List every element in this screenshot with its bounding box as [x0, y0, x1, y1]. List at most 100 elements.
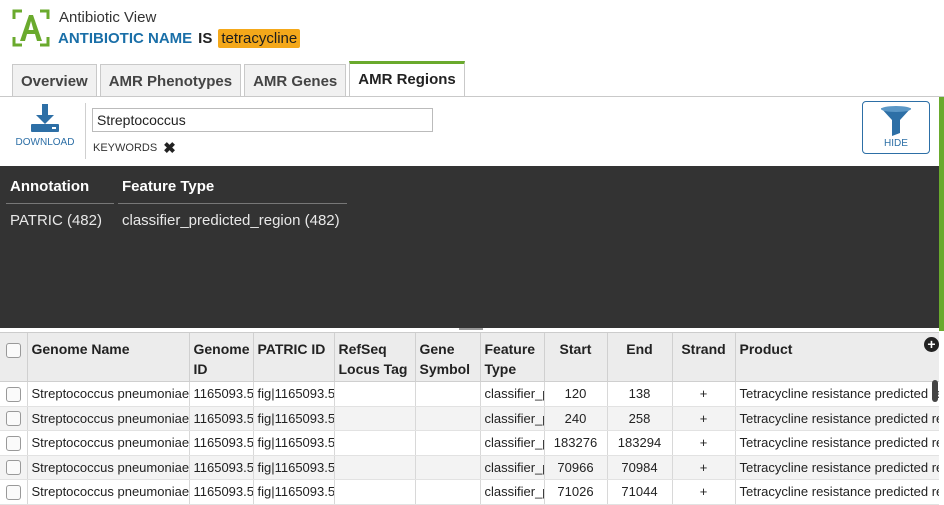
panel-accent-bar — [939, 97, 944, 331]
cell-end: 183294 — [607, 430, 673, 456]
cell-genome-id: 1165093.5 — [189, 381, 254, 407]
cell-gene-symbol — [415, 381, 481, 407]
cell-start: 120 — [544, 381, 608, 407]
row-select-cell — [0, 381, 28, 407]
keywords-row: KEYWORDS ✖ — [93, 139, 176, 157]
app-name: Antibiotic View — [59, 9, 157, 26]
cell-refseq-locus-tag — [334, 430, 416, 456]
cell-strand: + — [672, 455, 736, 480]
cell-product: Tetracycline resistance predicted re — [735, 381, 939, 407]
select-all-checkbox[interactable] — [5, 342, 21, 358]
query-key: ANTIBIOTIC NAME — [58, 30, 193, 47]
cell-gene-symbol — [415, 455, 481, 480]
tab-divider — [0, 96, 944, 97]
col-feature-type[interactable]: Feature Type — [480, 333, 545, 382]
select-all-header — [0, 333, 28, 382]
cell-strand: + — [672, 381, 736, 407]
col-gene-symbol[interactable]: Gene Symbol — [415, 333, 481, 382]
cell-patric-id: fig|1165093.5. — [253, 455, 335, 480]
results-grid: Genome Name Genome ID PATRIC ID RefSeq L… — [0, 332, 939, 505]
table-row[interactable]: Streptococcus pneumoniae C 1165093.5 fig… — [0, 381, 939, 407]
cell-gene-symbol — [415, 406, 481, 431]
cell-genome-name: Streptococcus pneumoniae C — [27, 479, 190, 505]
col-genome-name[interactable]: Genome Name — [27, 333, 190, 382]
cell-feature-type: classifier_p — [480, 479, 545, 505]
cell-genome-name: Streptococcus pneumoniae C — [27, 381, 190, 407]
row-checkbox[interactable] — [5, 386, 21, 402]
table-row[interactable]: Streptococcus pneumoniae C 1165093.5 fig… — [0, 479, 939, 505]
download-button[interactable]: DOWNLOAD — [12, 102, 78, 156]
row-checkbox[interactable] — [5, 435, 21, 451]
row-select-cell — [0, 430, 28, 456]
facet-item-patric[interactable]: PATRIC (482) — [6, 204, 114, 229]
table-row[interactable]: Streptococcus pneumoniae C 1165093.5 fig… — [0, 455, 939, 480]
cell-feature-type: classifier_p — [480, 455, 545, 480]
cell-start: 183276 — [544, 430, 608, 456]
cell-start: 240 — [544, 406, 608, 431]
table-row[interactable]: Streptococcus pneumoniae C 1165093.5 fig… — [0, 430, 939, 456]
cell-gene-symbol — [415, 479, 481, 505]
facet-header-annotation: Annotation — [6, 166, 114, 204]
hide-label: HIDE — [884, 138, 908, 149]
plus-circle-icon[interactable]: + — [924, 337, 939, 352]
cell-patric-id: fig|1165093.5. — [253, 406, 335, 431]
query-operator: IS — [198, 30, 213, 47]
cell-feature-type: classifier_p — [480, 381, 545, 407]
tab-amr-regions[interactable]: AMR Regions — [349, 61, 465, 97]
col-end[interactable]: End — [607, 333, 673, 382]
cell-product: Tetracycline resistance predicted re — [735, 430, 939, 456]
keyword-search-input[interactable] — [92, 108, 433, 132]
cell-strand: + — [672, 406, 736, 431]
query-value: tetracycline — [218, 29, 301, 48]
cell-genome-id: 1165093.5 — [189, 455, 254, 480]
cell-genome-id: 1165093.5 — [189, 479, 254, 505]
col-product[interactable]: Product — [735, 333, 939, 382]
row-checkbox[interactable] — [5, 411, 21, 427]
row-checkbox[interactable] — [5, 460, 21, 476]
keywords-label: KEYWORDS — [93, 142, 158, 154]
cell-start: 71026 — [544, 479, 608, 505]
table-header-row: Genome Name Genome ID PATRIC ID RefSeq L… — [0, 333, 939, 382]
cell-genome-name: Streptococcus pneumoniae C — [27, 406, 190, 431]
col-genome-id[interactable]: Genome ID — [189, 333, 254, 382]
tab-overview[interactable]: Overview — [12, 64, 97, 97]
query-summary: ANTIBIOTIC NAME IS tetracycline — [58, 29, 301, 48]
cell-strand: + — [672, 479, 736, 505]
col-patric-id[interactable]: PATRIC ID — [253, 333, 335, 382]
cell-feature-type: classifier_p — [480, 430, 545, 456]
cell-product: Tetracycline resistance predicted re — [735, 479, 939, 505]
cell-start: 70966 — [544, 455, 608, 480]
cell-end: 138 — [607, 381, 673, 407]
cell-refseq-locus-tag — [334, 479, 416, 505]
download-icon — [31, 104, 59, 132]
panel-splitter-handle[interactable] — [459, 328, 483, 330]
table-row[interactable]: Streptococcus pneumoniae C 1165093.5 fig… — [0, 406, 939, 431]
cell-product: Tetracycline resistance predicted re — [735, 406, 939, 431]
tab-amr-phenotypes[interactable]: AMR Phenotypes — [99, 64, 242, 97]
cell-refseq-locus-tag — [334, 381, 416, 407]
cell-patric-id: fig|1165093.5. — [253, 479, 335, 505]
row-checkbox[interactable] — [5, 484, 21, 500]
facet-header-feature-type: Feature Type — [118, 166, 347, 204]
row-select-cell — [0, 479, 28, 505]
col-strand[interactable]: Strand — [672, 333, 736, 382]
toolbar-divider — [85, 103, 86, 159]
cell-genome-id: 1165093.5 — [189, 430, 254, 456]
cell-genome-name: Streptococcus pneumoniae C — [27, 430, 190, 456]
cell-end: 70984 — [607, 455, 673, 480]
grid-scrollbar[interactable] — [932, 380, 938, 402]
col-refseq-locus-tag[interactable]: RefSeq Locus Tag — [334, 333, 416, 382]
tab-amr-genes[interactable]: AMR Genes — [244, 64, 347, 97]
hide-filters-button[interactable]: HIDE — [862, 101, 930, 154]
download-label: DOWNLOAD — [15, 137, 75, 148]
col-start[interactable]: Start — [544, 333, 608, 382]
cell-feature-type: classifier_p — [480, 406, 545, 431]
cell-product: Tetracycline resistance predicted re — [735, 455, 939, 480]
facet-item-classifier-region[interactable]: classifier_predicted_region (482) — [118, 204, 347, 229]
logo-icon — [12, 9, 50, 47]
close-icon[interactable]: ✖ — [163, 139, 176, 157]
facet-feature-type: Feature Type classifier_predicted_region… — [118, 166, 347, 229]
cell-genome-id: 1165093.5 — [189, 406, 254, 431]
filter-panel: Annotation PATRIC (482) Feature Type cla… — [0, 166, 939, 328]
cell-end: 258 — [607, 406, 673, 431]
